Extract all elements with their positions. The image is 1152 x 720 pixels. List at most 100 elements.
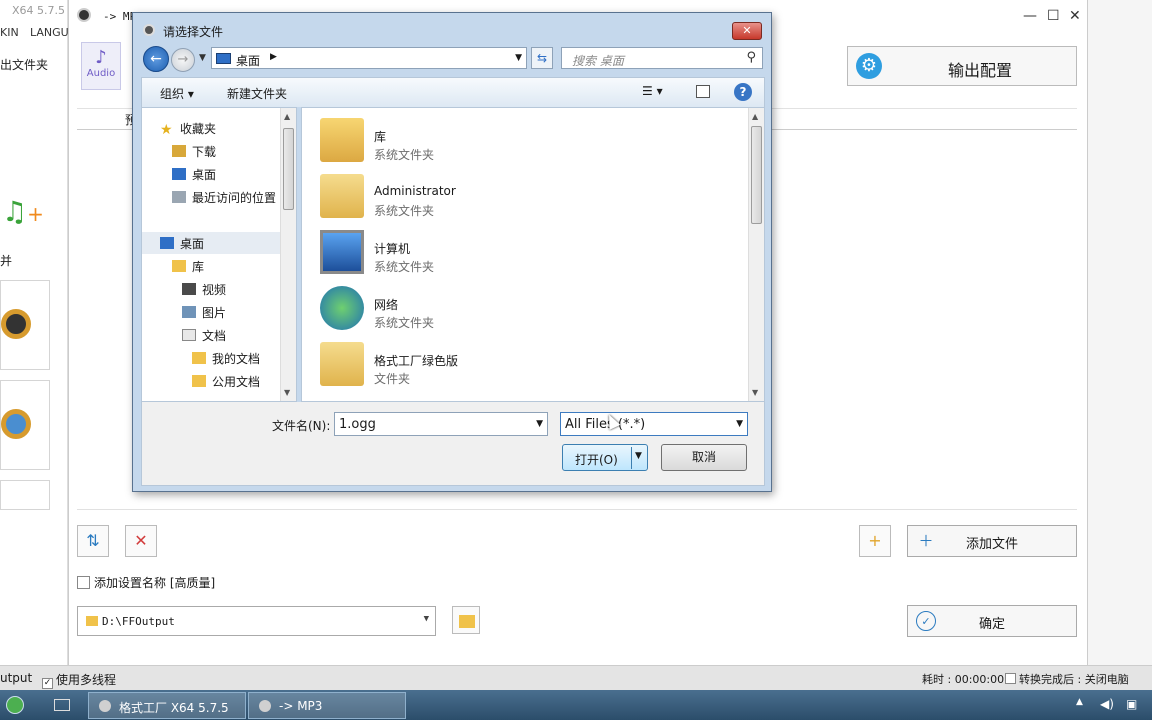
new-folder-button[interactable]: 新建文件夹 [227,85,287,102]
address-text[interactable]: 桌面 [236,52,260,69]
list-item[interactable]: 计算机 系统文件夹 [316,228,736,280]
organize-button[interactable]: 组织 ▾ [160,85,194,102]
nav-item-label: 桌面 [192,168,217,182]
maximize-icon[interactable]: ☐ [1047,8,1060,24]
volume-icon[interactable]: ◀) [1100,697,1114,711]
cd-icon [1,409,31,439]
scroll-up-icon[interactable]: ▲ [752,112,758,121]
filename-input[interactable]: 1.ogg ▼ [334,412,548,436]
library-icon [172,260,186,272]
app-icon [259,700,271,712]
browse-folder-button[interactable] [452,606,480,634]
checkbox-box[interactable] [1005,673,1016,684]
cancel-button[interactable]: 取消 [661,444,747,471]
nav-item-label: 最近访问的位置 [192,191,277,205]
taskbar-item-mp3[interactable]: -> MP3 [248,692,406,719]
menu-skin[interactable]: KIN [0,26,19,39]
forward-button[interactable]: → [171,48,195,72]
output-folder-label[interactable]: 出文件夹 [0,56,48,73]
output-path-value: D:\FFOutput [102,615,175,628]
chevron-down-icon[interactable]: ▼ [424,614,429,624]
help-icon[interactable]: ? [734,83,752,101]
file-type-select[interactable]: All Files (*.*) ▼ [560,412,748,436]
preview-pane-icon[interactable] [696,85,710,98]
dialog-toolbar: 组织 ▾ 新建文件夹 ☰ ▾ ? [141,77,765,107]
nav-item-videos[interactable]: 视频 [182,281,226,298]
taskbar-item-label: -> MP3 [279,699,323,713]
taskbar-item-format-factory[interactable]: 格式工厂 X64 5.7.5 [88,692,246,719]
nav-item-desktop-root[interactable]: 桌面 [142,232,282,254]
open-button-label: 打开(O) [575,453,618,467]
recent-locations-dropdown[interactable]: ▼ [199,53,206,63]
chevron-down-icon[interactable]: ▼ [536,419,543,429]
navigation-pane: ★ 收藏夹 下载 桌面 最近访问的位置 桌面 库 视频 图片 文档 我的文档 公用… [141,107,297,402]
download-folder-icon [172,145,186,157]
nav-item-favorites[interactable]: ★ 收藏夹 [160,120,216,138]
folder-icon [192,352,206,364]
confirm-button[interactable]: ✓ 确定 [907,605,1077,637]
scroll-down-icon[interactable]: ▼ [752,388,758,397]
menu-language[interactable]: LANGU [30,26,69,39]
tool-card[interactable] [0,480,50,510]
list-item[interactable]: Administrator 系统文件夹 [316,172,736,224]
tray-expand-icon[interactable]: ▲ [1076,697,1083,707]
remove-button[interactable]: ✕ [125,525,157,557]
status-bar: utput ✓ 使用多线程 耗时 : 00:00:00 转换完成后 : 关闭电脑 [0,665,1152,690]
list-item[interactable]: 网络 系统文件夹 [316,284,736,336]
close-icon[interactable]: ✕ [1069,8,1081,24]
file-type: 系统文件夹 [374,316,435,330]
scrollbar-thumb[interactable] [751,126,762,224]
search-input[interactable]: 搜索 桌面 ⚲ [561,47,763,69]
chevron-down-icon[interactable]: ▼ [736,419,743,429]
checkbox-check[interactable]: ✓ [42,678,53,689]
filename-value[interactable]: 1.ogg [339,417,376,432]
scroll-up-icon[interactable]: ▲ [284,112,290,121]
breadcrumb-arrow-icon[interactable]: ▶ [270,52,277,62]
back-button[interactable]: ← [143,46,169,72]
refresh-button[interactable]: ⇆ [531,47,553,69]
output-path-select[interactable]: D:\FFOutput ▼ [77,606,436,636]
nav-item-recent-places[interactable]: 最近访问的位置 [172,189,276,206]
add-setting-name-checkbox[interactable]: 添加设置名称 [高质量] [77,574,215,591]
output-config-button[interactable]: ⚙ 输出配置 [847,46,1077,86]
network-icon[interactable]: ▣ [1126,697,1137,711]
address-bar[interactable]: 桌面 ▶ ▼ [211,47,527,69]
nav-item-public-documents[interactable]: 公用文档 [192,373,260,390]
view-options-icon[interactable]: ☰ ▾ [642,84,670,100]
sort-button[interactable]: ⇅ [77,525,109,557]
show-desktop-icon[interactable] [54,699,70,711]
multithread-checkbox[interactable]: ✓ 使用多线程 [42,671,116,689]
add-file-button[interactable]: ＋ 添加文件 [907,525,1077,557]
start-button[interactable] [6,696,24,714]
nav-item-pictures[interactable]: 图片 [182,304,226,321]
dialog-app-icon [143,24,155,36]
nav-item-desktop[interactable]: 桌面 [172,166,216,183]
close-button[interactable]: ✕ [732,22,762,40]
list-item[interactable]: 格式工厂绿色版 文件夹 [316,340,736,392]
scrollbar-thumb[interactable] [283,128,294,210]
shutdown-checkbox[interactable]: 转换完成后 : 关闭电脑 [1005,671,1129,687]
chevron-down-icon[interactable]: ▼ [515,53,522,63]
list-item[interactable]: 库 系统文件夹 [316,116,736,168]
checkbox-box[interactable] [77,576,90,589]
scroll-down-icon[interactable]: ▼ [284,388,290,397]
music-merge-icon[interactable]: ♫+ [2,195,44,235]
chevron-down-icon[interactable]: ▼ [635,451,642,461]
nav-scrollbar[interactable]: ▲ ▼ [280,108,296,401]
add-folder-button[interactable]: + [859,525,891,557]
dialog-footer: 文件名(N): 1.ogg ▼ All Files (*.*) ▼ 打开(O) … [141,402,765,486]
nav-item-downloads[interactable]: 下载 [172,143,216,160]
nav-item-label: 我的文档 [212,352,261,366]
minimize-icon[interactable]: — [1023,8,1037,24]
file-list-scrollbar[interactable]: ▲ ▼ [748,108,764,401]
audio-type-button[interactable]: ♪ Audio [81,42,121,90]
nav-item-libraries[interactable]: 库 [172,258,204,275]
nav-item-my-documents[interactable]: 我的文档 [192,350,260,367]
open-button[interactable]: 打开(O) ▼ [562,444,648,471]
tool-card[interactable] [0,280,50,370]
nav-item-documents[interactable]: 文档 [182,327,226,344]
computer-icon [320,230,364,274]
search-icon[interactable]: ⚲ [746,50,756,65]
tool-card[interactable] [0,380,50,470]
audio-type-label: Audio [86,68,116,79]
